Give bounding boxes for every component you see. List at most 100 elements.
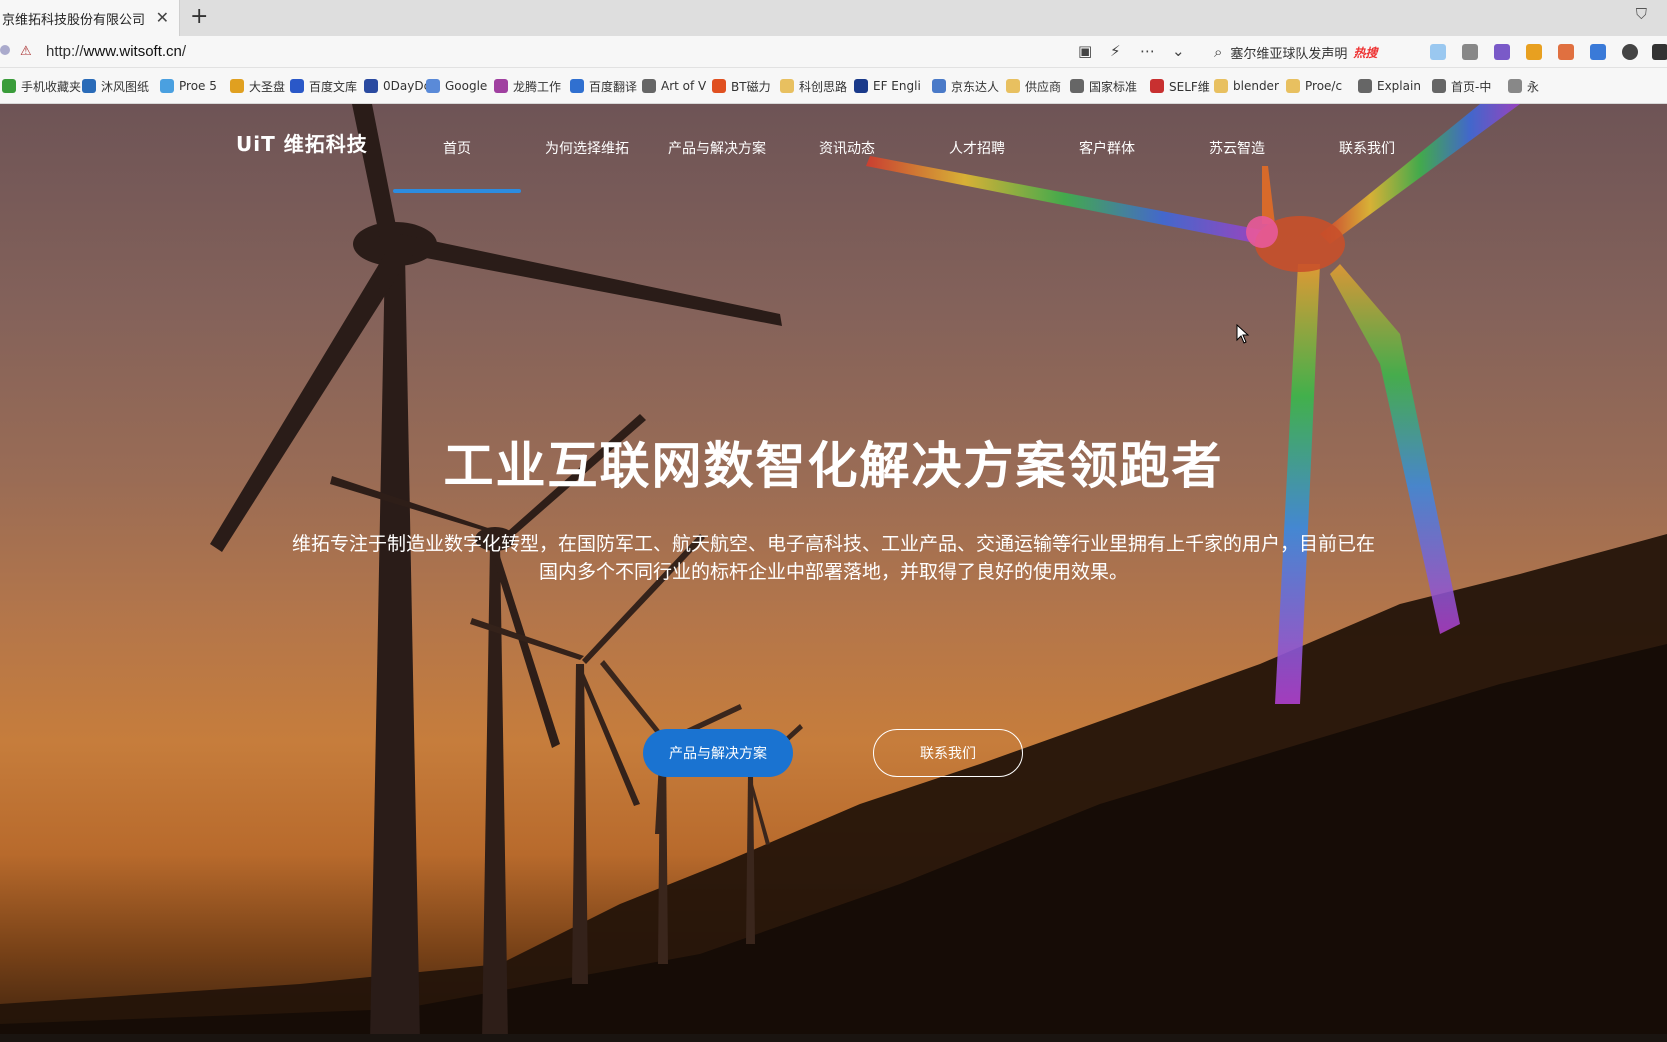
search-text: 塞尔维亚球队发声明 — [1230, 46, 1348, 62]
bookmark-label: 0DayDc — [383, 79, 431, 93]
bookmark-label: 永 — [1527, 79, 1540, 94]
site-logo[interactable]: UiT 维拓科技 — [236, 128, 368, 157]
bookmark-label: 龙腾工作 — [513, 79, 562, 94]
url-input[interactable]: http://www.witsoft.cn/ — [46, 43, 186, 60]
bookmark-item[interactable]: 沐风图纸 — [82, 78, 149, 94]
search-input[interactable]: ⌕ 塞尔维亚球队发声明 热搜 — [1208, 39, 1418, 65]
bookmark-label: SELF维 — [1169, 79, 1210, 94]
bookmark-icon — [1508, 79, 1522, 93]
shield-icon[interactable] — [1526, 44, 1542, 60]
bookmark-item[interactable]: Proe/c — [1286, 78, 1342, 94]
bookmark-icon — [642, 79, 656, 93]
bookmark-label: EF Engli — [873, 79, 921, 93]
bookmark-icon — [364, 79, 378, 93]
browser-tab[interactable]: 京维拓科技股份有限公司 ✕ — [0, 0, 180, 36]
bookmark-label: 国家标准 — [1089, 79, 1138, 94]
bookmark-icon — [1432, 79, 1446, 93]
bookmark-item[interactable]: 供应商 — [1006, 78, 1061, 94]
bookmark-icon — [932, 79, 946, 93]
bookmark-icon — [1358, 79, 1372, 93]
bookmark-icon — [1006, 79, 1020, 93]
image-icon[interactable]: ▣ — [1078, 42, 1092, 60]
tab-title: 京维拓科技股份有限公司 — [2, 12, 146, 28]
scissors-icon[interactable] — [1462, 44, 1478, 60]
bookmark-label: BT磁力 — [731, 79, 771, 94]
more-icon[interactable]: ⋯ — [1140, 42, 1155, 60]
bookmark-item[interactable]: Proe 5 — [160, 78, 217, 94]
nav-item-why-witsoft[interactable]: 为何选择维拓 — [522, 138, 652, 158]
bookmark-item[interactable]: 京东达人 — [932, 78, 999, 94]
bookmark-item[interactable]: 永 — [1508, 78, 1539, 94]
bookmark-item[interactable]: blender — [1214, 78, 1279, 94]
lightning-icon[interactable]: ⚡ — [1110, 42, 1121, 60]
magnifier-icon[interactable] — [1590, 44, 1606, 60]
bookmark-item[interactable]: 手机收藏夹 — [2, 78, 81, 94]
bookmark-icon — [230, 79, 244, 93]
bookmark-icon — [854, 79, 868, 93]
bookmark-item[interactable]: 科创思路 — [780, 78, 847, 94]
bookmark-item[interactable]: 百度文库 — [290, 78, 357, 94]
bookmark-label: 科创思路 — [799, 79, 848, 94]
page-bottom-strip — [0, 1034, 1667, 1042]
bookmark-item[interactable]: 百度翻译 — [570, 78, 637, 94]
mouse-cursor-icon — [1236, 324, 1250, 344]
bookmark-icon — [712, 79, 726, 93]
profile-icon[interactable] — [1622, 44, 1638, 60]
cloud-icon[interactable] — [1430, 44, 1446, 60]
url-suffix: / — [181, 43, 187, 60]
bookmark-item[interactable]: 大圣盘 — [230, 78, 285, 94]
bookmark-icon — [2, 79, 16, 93]
bookmark-item[interactable]: EF Engli — [854, 78, 921, 94]
close-icon[interactable]: ✕ — [156, 8, 169, 27]
bookmark-item[interactable]: 国家标准 — [1070, 78, 1137, 94]
url-domain: www.witsoft.cn — [83, 43, 182, 60]
contact-us-button[interactable]: 联系我们 — [873, 729, 1023, 777]
bookmarks-bar: 手机收藏夹 沐风图纸 Proe 5 大圣盘 百度文库 0DayDc Google 龙腾工作 百度… — [0, 68, 1667, 104]
bookmark-item[interactable]: SELF维 — [1150, 78, 1210, 94]
bookmark-label: 百度文库 — [309, 79, 358, 94]
nav-item-home[interactable]: 首页 — [392, 138, 522, 158]
nav-item-contact[interactable]: 联系我们 — [1302, 138, 1432, 158]
bookmark-icon — [82, 79, 96, 93]
bookmark-label: Explain — [1377, 79, 1421, 93]
game-icon[interactable] — [1558, 44, 1574, 60]
bookmark-item[interactable]: Explain — [1358, 78, 1421, 94]
hero-subtitle: 维拓专注于制造业数字化转型，在国防军工、航天航空、电子高科技、工业产品、交通运输… — [225, 530, 1442, 586]
bookmark-icon — [780, 79, 794, 93]
bookmark-item[interactable]: Google — [426, 78, 487, 94]
bookmark-item[interactable]: 首页-中 — [1432, 78, 1491, 94]
bookmark-item[interactable]: BT磁力 — [712, 78, 771, 94]
nav-item-careers[interactable]: 人才招聘 — [912, 138, 1042, 158]
new-tab-icon[interactable]: + — [190, 4, 208, 29]
nav-item-news[interactable]: 资讯动态 — [782, 138, 912, 158]
bookmark-item[interactable]: Art of V — [642, 78, 706, 94]
nav-item-customers[interactable]: 客户群体 — [1042, 138, 1172, 158]
bookmark-item[interactable]: 0DayDc — [364, 78, 430, 94]
turbine-small-2 — [600, 660, 742, 964]
nav-item-suyun[interactable]: 苏云智造 — [1172, 138, 1302, 158]
hero-subtitle-line-1: 维拓专注于制造业数字化转型，在国防军工、航天航空、电子高科技、工业产品、交通运输… — [291, 533, 1375, 555]
bookmark-icon — [494, 79, 508, 93]
bookmark-label: 首页-中 — [1451, 79, 1492, 94]
bookmark-item[interactable]: 龙腾工作 — [494, 78, 561, 94]
bookmark-label: Google — [445, 79, 488, 93]
bookmark-icon — [160, 79, 174, 93]
bookmark-label: Proe/c — [1305, 79, 1343, 93]
hero-title: 工业互联网数智化解决方案领跑者 — [443, 437, 1224, 495]
hot-badge: 热搜 — [1353, 45, 1378, 60]
bookmark-label: 京东达人 — [951, 79, 1000, 94]
apps-grid-icon[interactable] — [1652, 44, 1667, 60]
bookmark-label: 手机收藏夹 — [21, 79, 82, 94]
bookmark-label: 供应商 — [1025, 79, 1062, 94]
back-icon[interactable] — [0, 45, 10, 55]
bookmark-label: 沐风图纸 — [101, 79, 150, 94]
hero-section: UiT 维拓科技 首页 为何选择维拓 产品与解决方案 资讯动态 人才招聘 客户群… — [0, 104, 1667, 1042]
nav-active-indicator — [393, 189, 521, 193]
translate-icon[interactable] — [1494, 44, 1510, 60]
nav-item-products-solutions[interactable]: 产品与解决方案 — [652, 138, 782, 158]
products-solutions-button[interactable]: 产品与解决方案 — [643, 729, 793, 777]
shirt-icon[interactable]: ⛉ — [1636, 5, 1647, 23]
site-nav: UiT 维拓科技 首页 为何选择维拓 产品与解决方案 资讯动态 人才招聘 客户群… — [0, 104, 1667, 194]
security-icon[interactable]: ⚠ — [20, 44, 32, 59]
chevron-down-icon[interactable]: ⌄ — [1172, 42, 1185, 60]
